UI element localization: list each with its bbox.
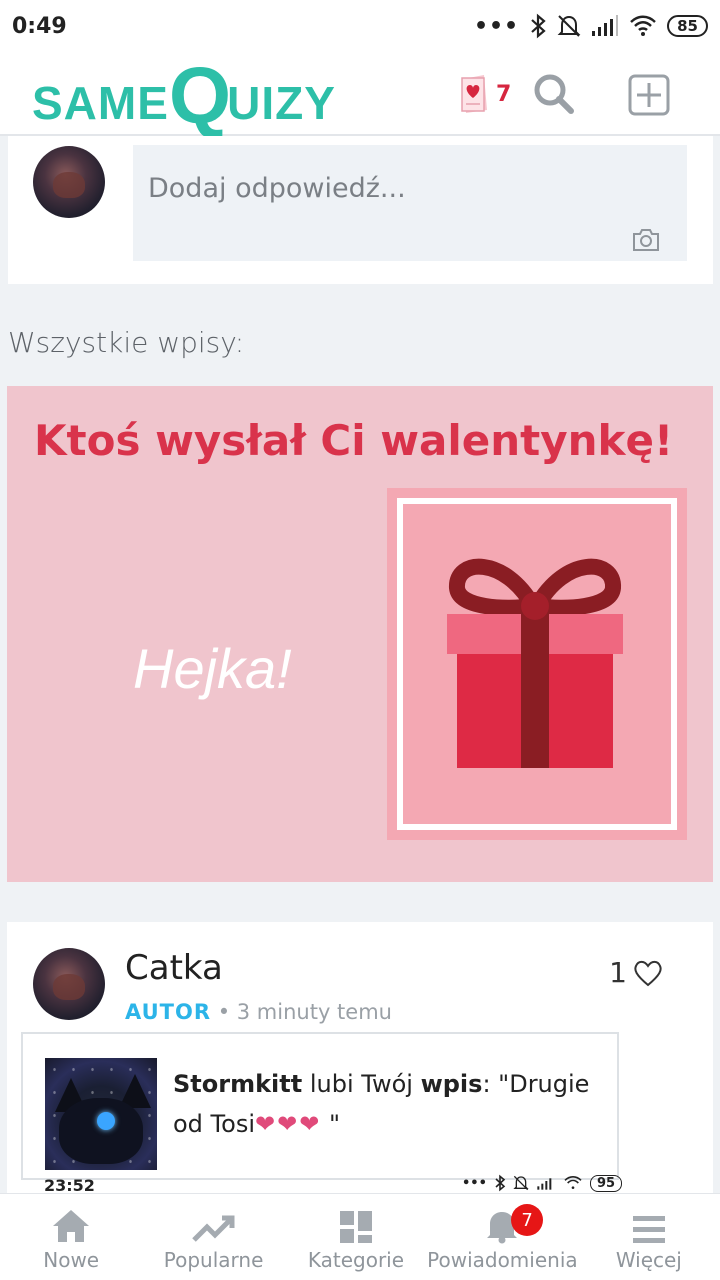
feed-post: Catka AUTOR • 3 minuty temu 1 Stormkitt … bbox=[7, 922, 713, 1202]
valentines-count: 7 bbox=[496, 81, 512, 107]
post-meta: AUTOR • 3 minuty temu bbox=[125, 1000, 392, 1024]
reply-placeholder: Dodaj odpowiedź... bbox=[148, 173, 406, 204]
status-bar: 0:49 ••• 85 bbox=[0, 0, 720, 52]
embedded-battery: 95 bbox=[589, 1174, 623, 1192]
nav-item-popularne[interactable]: Popularne bbox=[142, 1194, 284, 1280]
signal-icon bbox=[537, 1178, 552, 1190]
home-icon bbox=[53, 1210, 90, 1242]
valentine-card-icon bbox=[461, 75, 487, 113]
mute-bell-icon bbox=[557, 15, 581, 37]
status-icons: ••• 85 bbox=[474, 13, 708, 39]
plus-square-icon bbox=[628, 74, 670, 116]
author-role-badge: AUTOR bbox=[125, 1000, 212, 1024]
status-time: 0:49 bbox=[12, 13, 67, 39]
reply-input[interactable]: Dodaj odpowiedź... bbox=[133, 145, 687, 261]
hearts-emoji: ❤❤❤ bbox=[254, 1110, 322, 1138]
valentines-button[interactable]: 7 bbox=[460, 74, 511, 114]
embedded-notification-screenshot: Stormkitt lubi Twój wpis: "Drugie od Tos… bbox=[21, 1032, 619, 1180]
bluetooth-icon bbox=[495, 1174, 506, 1192]
bluetooth-icon bbox=[531, 13, 546, 39]
battery-indicator: 85 bbox=[667, 15, 708, 37]
bottom-navigation: Nowe Popularne Kategorie 7 Powiadomienia… bbox=[0, 1193, 720, 1280]
notification-text: Stormkitt lubi Twój wpis: "Drugie od Tos… bbox=[173, 1070, 590, 1138]
search-button[interactable] bbox=[532, 72, 576, 120]
add-quiz-button[interactable] bbox=[628, 74, 670, 120]
samequizy-logo[interactable]: SAME Q UIZY bbox=[32, 56, 336, 136]
heart-outline-icon bbox=[634, 960, 662, 986]
meta-separator: • bbox=[217, 1000, 237, 1024]
gift-icon bbox=[447, 558, 623, 768]
wifi-icon bbox=[564, 1176, 582, 1189]
gift-image[interactable] bbox=[387, 488, 687, 840]
more-dots-icon: ••• bbox=[473, 13, 520, 39]
avatar[interactable] bbox=[33, 948, 105, 1020]
valentine-title: Ktoś wysłał Ci walentynkę! bbox=[34, 416, 674, 465]
stormkitt-avatar bbox=[45, 1058, 157, 1170]
trending-icon bbox=[191, 1215, 235, 1242]
valentine-message: Hejka! bbox=[133, 637, 292, 700]
wifi-icon bbox=[630, 15, 656, 36]
notification-badge: 7 bbox=[511, 1204, 544, 1236]
nav-item-wiecej[interactable]: Więcej bbox=[578, 1194, 720, 1280]
like-count: 1 bbox=[609, 956, 627, 989]
avatar bbox=[33, 146, 105, 218]
camera-icon[interactable] bbox=[631, 227, 661, 253]
reply-composer: Dodaj odpowiedź... bbox=[8, 136, 713, 284]
menu-icon bbox=[632, 1216, 665, 1243]
nav-item-powiadomienia[interactable]: 7 Powiadomienia bbox=[427, 1194, 578, 1280]
nav-item-kategorie[interactable]: Kategorie bbox=[285, 1194, 427, 1280]
app-header: SAME Q UIZY 7 bbox=[0, 52, 720, 136]
signal-icon bbox=[592, 15, 619, 36]
mute-bell-icon bbox=[513, 1175, 529, 1191]
post-time: 3 minuty temu bbox=[236, 1000, 392, 1024]
post-author[interactable]: Catka bbox=[125, 948, 223, 988]
section-title: Wszystkie wpisy: bbox=[8, 326, 245, 359]
nav-item-nowe[interactable]: Nowe bbox=[0, 1194, 142, 1280]
search-icon bbox=[534, 74, 574, 114]
valentine-card[interactable]: Ktoś wysłał Ci walentynkę! Hejka! bbox=[7, 386, 713, 882]
like-button[interactable]: 1 bbox=[609, 956, 663, 989]
grid-icon bbox=[339, 1211, 372, 1243]
